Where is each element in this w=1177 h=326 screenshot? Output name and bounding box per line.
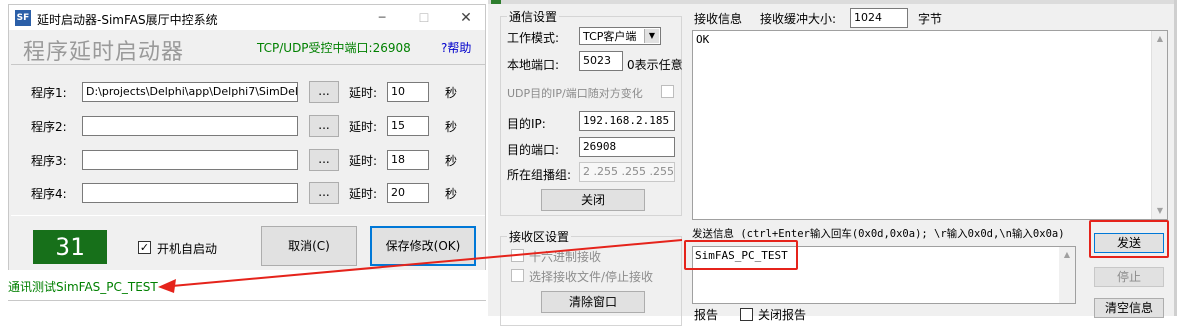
arrow-head <box>158 279 176 293</box>
annotation-arrow <box>158 239 683 293</box>
arrow-line <box>171 239 683 287</box>
